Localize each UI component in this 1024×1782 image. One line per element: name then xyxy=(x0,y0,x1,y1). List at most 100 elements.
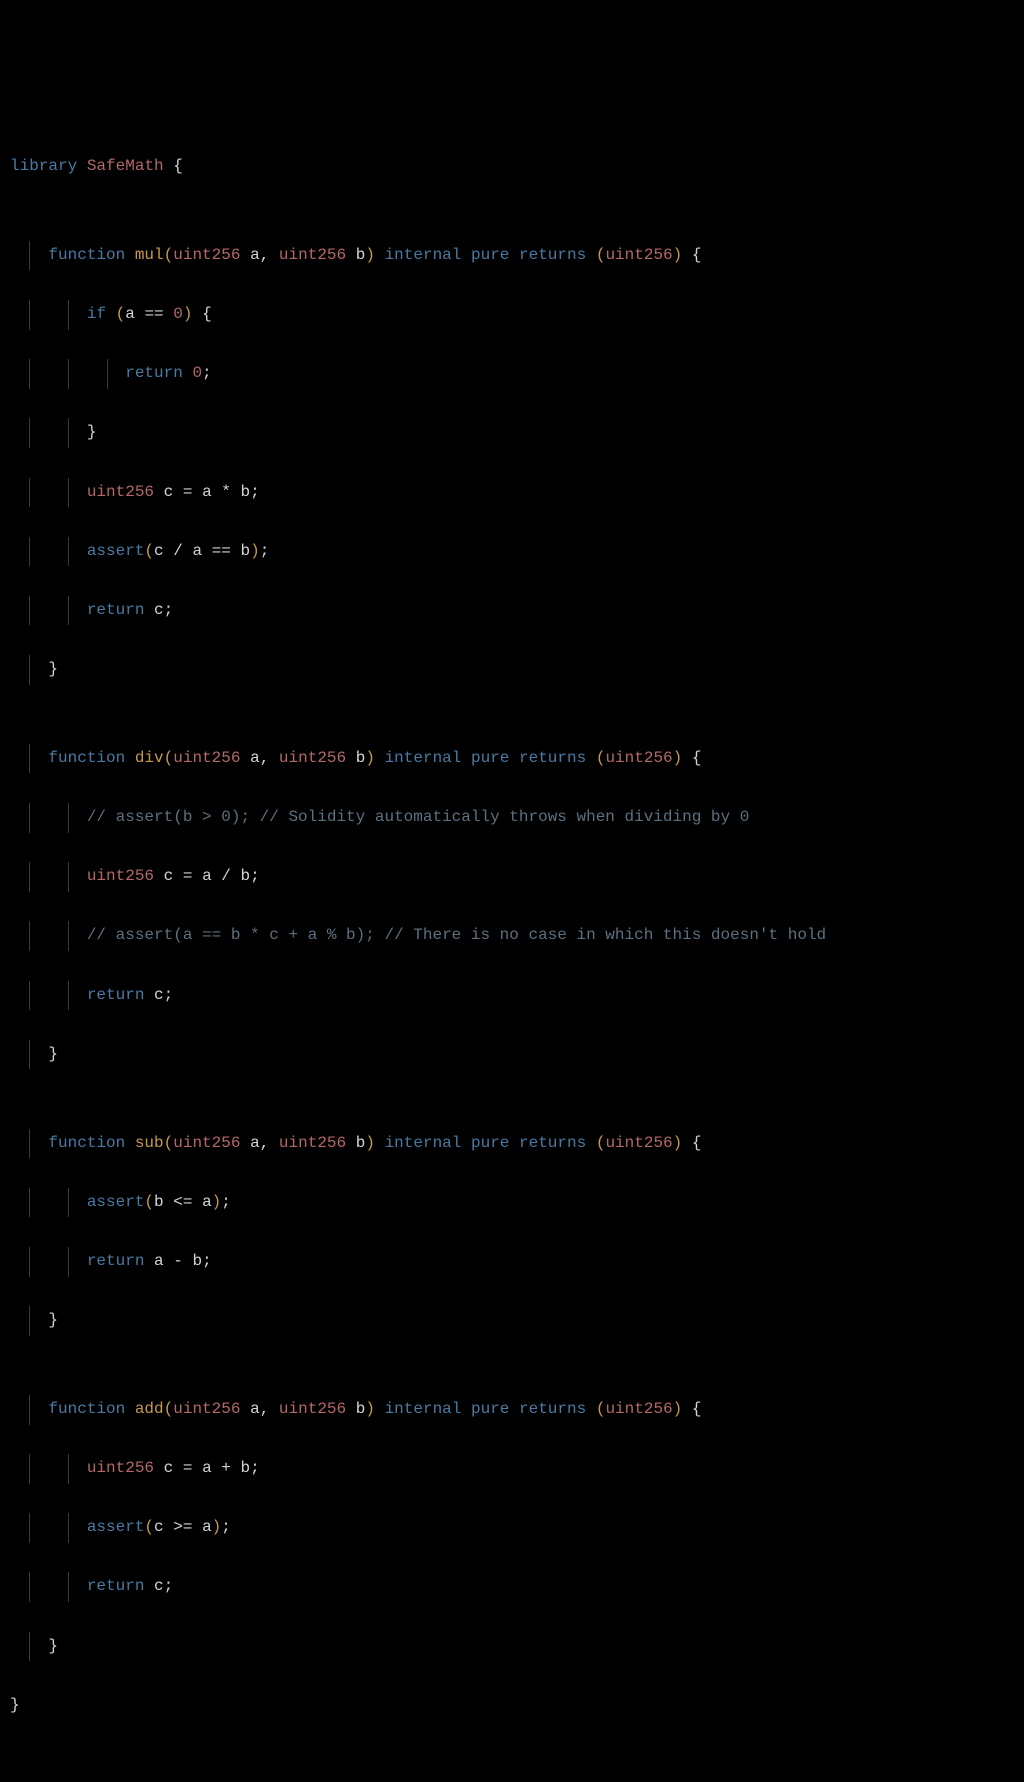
variable: b xyxy=(192,1252,202,1270)
code-line[interactable]: return c; xyxy=(10,1572,1014,1602)
type-name: uint256 xyxy=(173,1400,240,1418)
code-line[interactable]: uint256 c = a + b; xyxy=(10,1454,1014,1484)
punct: ; xyxy=(250,483,260,501)
code-line[interactable]: assert(c / a == b); xyxy=(10,537,1014,567)
operator: = xyxy=(183,867,193,885)
code-line[interactable]: return a - b; xyxy=(10,1247,1014,1277)
type-name: uint256 xyxy=(87,867,154,885)
comment: // assert(b > 0); // Solidity automatica… xyxy=(87,808,750,826)
paren: ( xyxy=(164,1134,174,1152)
code-line[interactable]: function div(uint256 a, uint256 b) inter… xyxy=(10,744,1014,774)
code-line[interactable]: return c; xyxy=(10,981,1014,1011)
brace: } xyxy=(87,423,97,441)
code-line[interactable]: uint256 c = a / b; xyxy=(10,862,1014,892)
operator: = xyxy=(183,1459,193,1477)
paren: ( xyxy=(596,1134,606,1152)
variable: a xyxy=(202,1518,212,1536)
paren: ( xyxy=(596,1400,606,1418)
code-line[interactable]: // assert(a == b * c + a % b); // There … xyxy=(10,921,1014,951)
type-name: uint256 xyxy=(605,1400,672,1418)
code-line[interactable]: library SafeMath { xyxy=(10,152,1014,182)
variable: a xyxy=(125,305,135,323)
paren: ) xyxy=(365,1134,375,1152)
code-line[interactable]: } xyxy=(10,418,1014,448)
punct: , xyxy=(260,246,270,264)
paren: ( xyxy=(164,246,174,264)
variable: b xyxy=(356,246,366,264)
function-name: div xyxy=(135,749,164,767)
code-line[interactable]: function add(uint256 a, uint256 b) inter… xyxy=(10,1395,1014,1425)
code-line[interactable]: function mul(uint256 a, uint256 b) inter… xyxy=(10,241,1014,271)
operator: / xyxy=(221,867,231,885)
code-line[interactable]: function sub(uint256 a, uint256 b) inter… xyxy=(10,1129,1014,1159)
keyword: function xyxy=(48,749,125,767)
number: 0 xyxy=(173,305,183,323)
paren: ) xyxy=(673,1134,683,1152)
variable: b xyxy=(241,542,251,560)
type-name: uint256 xyxy=(173,1134,240,1152)
keyword: internal xyxy=(385,1134,462,1152)
variable: a xyxy=(202,1459,212,1477)
type-name: uint256 xyxy=(279,1400,346,1418)
brace: { xyxy=(692,246,702,264)
operator: <= xyxy=(173,1193,192,1211)
keyword: returns xyxy=(519,749,586,767)
punct: , xyxy=(260,749,270,767)
paren: ( xyxy=(144,1193,154,1211)
code-line[interactable]: uint256 c = a * b; xyxy=(10,478,1014,508)
operator: = xyxy=(183,483,193,501)
punct: , xyxy=(260,1400,270,1418)
punct: ; xyxy=(221,1193,231,1211)
paren: ) xyxy=(673,246,683,264)
type-name: uint256 xyxy=(173,246,240,264)
variable: c xyxy=(154,1518,164,1536)
keyword: internal xyxy=(385,246,462,264)
builtin: assert xyxy=(87,1193,145,1211)
type-name: uint256 xyxy=(87,483,154,501)
variable: c xyxy=(154,986,164,1004)
code-line[interactable]: assert(b <= a); xyxy=(10,1188,1014,1218)
paren: ) xyxy=(365,246,375,264)
variable: a xyxy=(154,1252,164,1270)
punct: , xyxy=(260,1134,270,1152)
paren: ( xyxy=(596,749,606,767)
keyword: return xyxy=(125,364,183,382)
variable: a xyxy=(202,867,212,885)
keyword: returns xyxy=(519,1134,586,1152)
type-name: uint256 xyxy=(279,1134,346,1152)
brace: { xyxy=(173,157,183,175)
operator: + xyxy=(221,1459,231,1477)
code-editor[interactable]: library SafeMath { function mul(uint256 … xyxy=(10,122,1014,1750)
type-name: uint256 xyxy=(605,246,672,264)
code-line[interactable]: } xyxy=(10,1632,1014,1662)
operator: == xyxy=(144,305,163,323)
variable: c xyxy=(164,867,174,885)
paren: ) xyxy=(212,1518,222,1536)
code-line[interactable]: } xyxy=(10,1691,1014,1721)
variable: b xyxy=(356,749,366,767)
code-line[interactable]: } xyxy=(10,1040,1014,1070)
builtin: assert xyxy=(87,1518,145,1536)
type-name: uint256 xyxy=(605,1134,672,1152)
code-line[interactable]: // assert(b > 0); // Solidity automatica… xyxy=(10,803,1014,833)
paren: ) xyxy=(250,542,260,560)
code-line[interactable]: } xyxy=(10,1306,1014,1336)
operator: * xyxy=(221,483,231,501)
variable: c xyxy=(154,1577,164,1595)
brace: } xyxy=(48,660,58,678)
code-line[interactable]: } xyxy=(10,655,1014,685)
code-line[interactable]: return 0; xyxy=(10,359,1014,389)
variable: a xyxy=(202,483,212,501)
punct: ; xyxy=(250,867,260,885)
code-line[interactable]: return c; xyxy=(10,596,1014,626)
code-line[interactable]: assert(c >= a); xyxy=(10,1513,1014,1543)
type-name: uint256 xyxy=(173,749,240,767)
keyword: pure xyxy=(471,1400,509,1418)
code-line[interactable]: if (a == 0) { xyxy=(10,300,1014,330)
paren: ( xyxy=(144,1518,154,1536)
keyword: returns xyxy=(519,1400,586,1418)
paren: ( xyxy=(116,305,126,323)
keyword: return xyxy=(87,1252,145,1270)
variable: a xyxy=(250,749,260,767)
punct: ; xyxy=(221,1518,231,1536)
